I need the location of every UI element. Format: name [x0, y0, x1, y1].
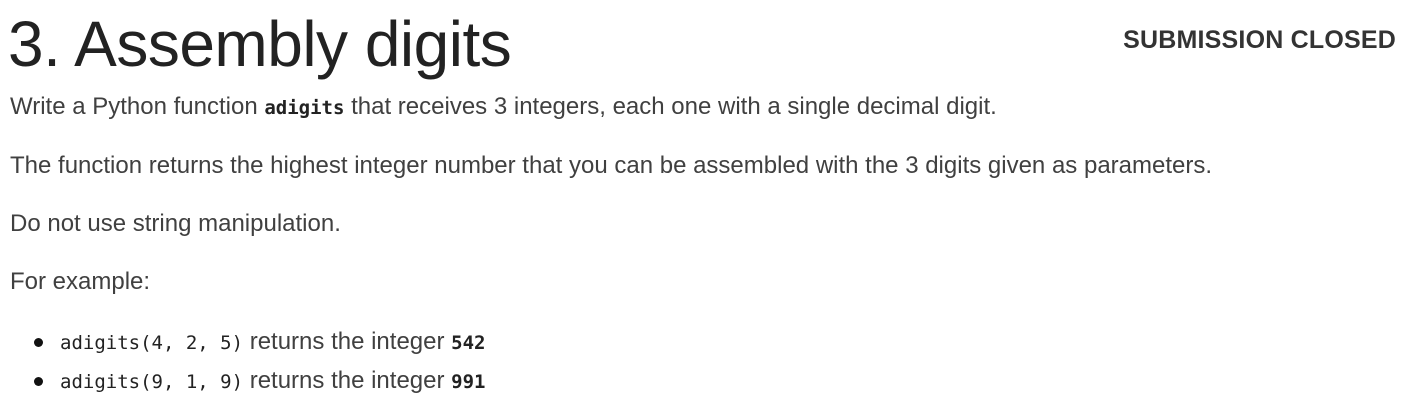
example-call-code: adigits(4, 2, 5)	[60, 332, 244, 354]
example-result-code: 542	[451, 332, 486, 354]
description-paragraph-1: Write a Python function adigits that rec…	[10, 90, 1390, 125]
example-result-code: 991	[451, 371, 486, 393]
example-call-code: adigits(9, 1, 9)	[60, 371, 244, 393]
page-title: 3. Assembly digits	[8, 8, 512, 80]
example-item: adigits(4, 2, 5) returns the integer 542	[10, 323, 1390, 362]
example-item: adigits(9, 1, 9) returns the integer 991	[10, 362, 1390, 401]
problem-description: Write a Python function adigits that rec…	[10, 90, 1390, 401]
description-paragraph-3: Do not use string manipulation.	[10, 210, 341, 237]
submission-status-label: SUBMISSION CLOSED	[1123, 26, 1396, 54]
example-heading: For example:	[10, 268, 151, 295]
page-header: 3. Assembly digits SUBMISSION CLOSED	[0, 0, 1408, 80]
example-text: returns the integer	[243, 367, 452, 394]
function-name-code: adigits	[264, 97, 345, 119]
example-text: returns the integer	[243, 328, 452, 355]
bullet-icon	[34, 377, 43, 386]
description-paragraph-2: The function returns the highest integer…	[10, 152, 1213, 179]
description-text: Write a Python function	[10, 93, 265, 120]
bullet-icon	[34, 338, 43, 347]
description-text: that receives 3 integers, each one with …	[344, 93, 997, 120]
example-list: adigits(4, 2, 5) returns the integer 542…	[10, 323, 1390, 401]
